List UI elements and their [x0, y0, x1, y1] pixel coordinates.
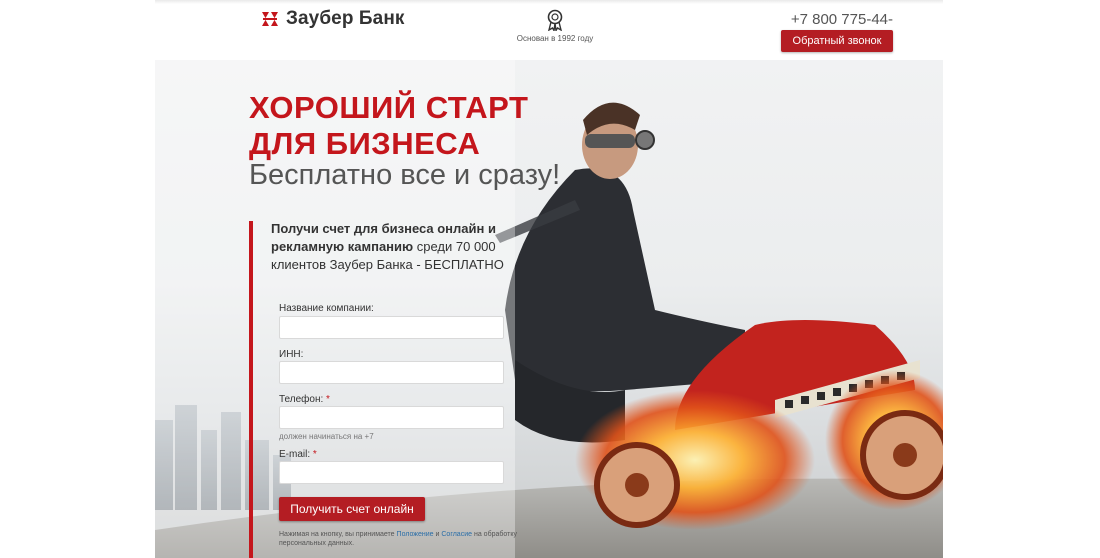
company-name-label: Название компании:	[279, 303, 374, 314]
hero-section: ХОРОШИЙ СТАРТ ДЛЯ БИЗНЕСА Бесплатно все …	[155, 60, 943, 558]
consent-link[interactable]: Согласие	[441, 531, 472, 538]
hero-subheadline: Бесплатно все и сразу!	[249, 159, 561, 191]
award-ribbon-icon	[547, 9, 563, 31]
phone-label: Телефон: *	[279, 394, 330, 405]
inn-input[interactable]	[279, 361, 504, 384]
founded-badge: Основан в 1992 году	[500, 9, 610, 43]
site-header: Заубер Банк Основан в 1992 году +7 800 7…	[155, 0, 943, 60]
company-name-input[interactable]	[279, 316, 504, 339]
consent-text: Нажимая на кнопку, вы принимаете Положен…	[279, 531, 517, 547]
phone-hint: должен начинаться на +7	[279, 432, 374, 441]
founded-caption: Основан в 1992 году	[516, 34, 594, 43]
brand-logo[interactable]: Заубер Банк	[260, 8, 405, 30]
email-label: E-mail: *	[279, 449, 317, 460]
zauber-logo-icon	[262, 12, 278, 26]
hero-headline: ХОРОШИЙ СТАРТ ДЛЯ БИЗНЕСА	[249, 90, 529, 161]
phone-input[interactable]	[279, 406, 504, 429]
email-input[interactable]	[279, 461, 504, 484]
regulation-link[interactable]: Положение	[397, 531, 434, 538]
submit-button[interactable]: Получить счет онлайн	[279, 497, 425, 521]
callback-button[interactable]: Обратный звонок	[781, 30, 893, 52]
landing-page: Заубер Банк Основан в 1992 году +7 800 7…	[155, 0, 943, 558]
offer-accent-bar	[249, 221, 253, 558]
offer-text: Получи счет для бизнеса онлайн и рекламн…	[271, 221, 504, 272]
inn-label: ИНН:	[279, 349, 304, 360]
brand-name: Заубер Банк	[286, 8, 405, 29]
